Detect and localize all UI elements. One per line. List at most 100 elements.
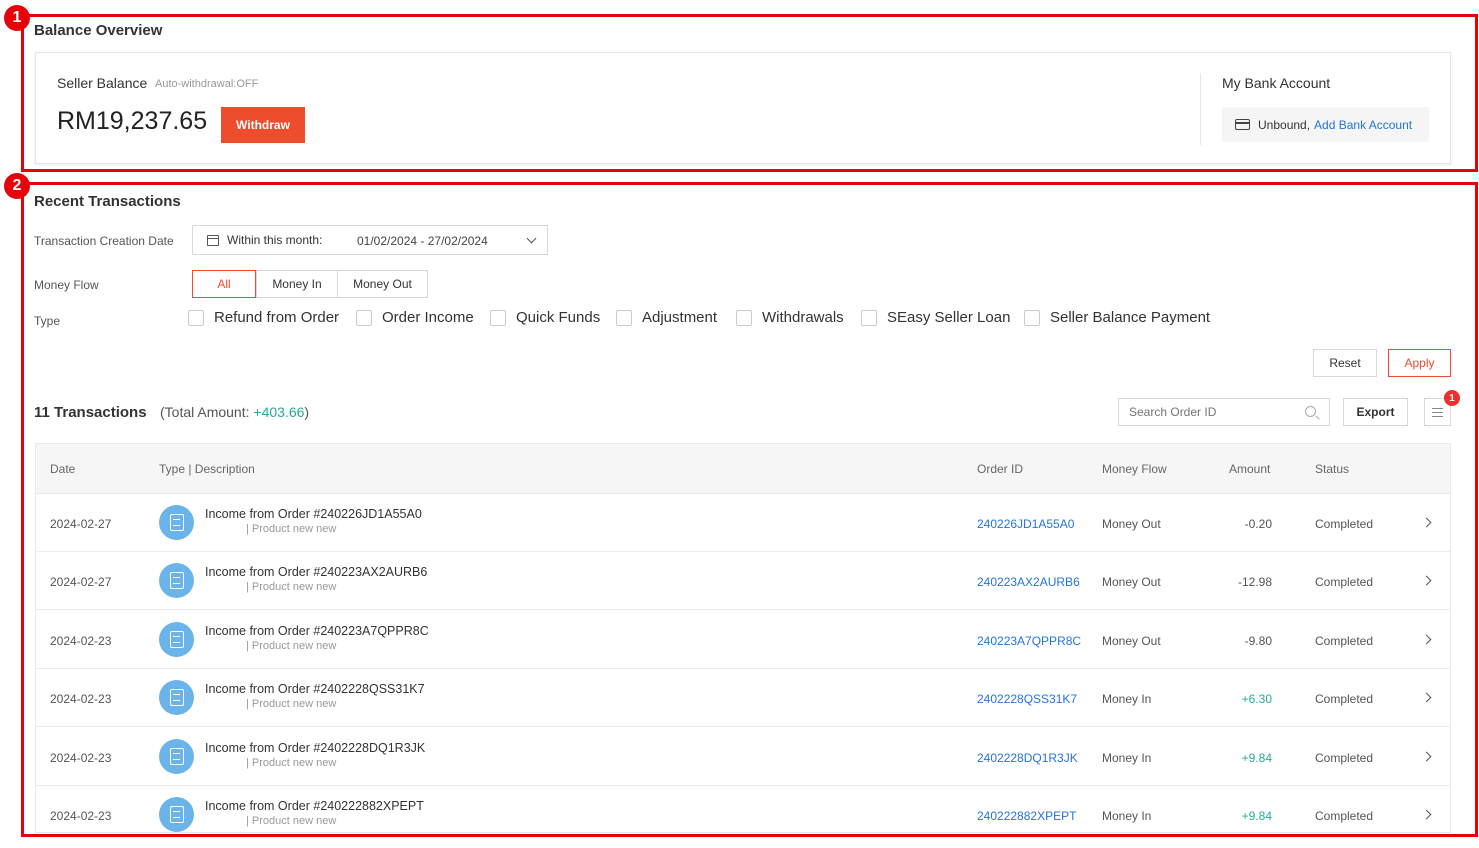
row-date: 2024-02-27 (50, 575, 112, 590)
type-option-label: Seller Balance Payment (1050, 309, 1211, 326)
order-receipt-icon (159, 505, 194, 540)
header-date: Date (50, 462, 76, 476)
bank-status: Unbound, (1258, 117, 1311, 132)
chevron-right-icon[interactable] (1421, 809, 1432, 820)
credit-card-icon (1235, 119, 1250, 130)
row-money-flow: Money In (1102, 809, 1152, 823)
header-money-flow: Money Flow (1102, 462, 1167, 476)
chevron-right-icon[interactable] (1421, 634, 1432, 645)
row-order-id-link[interactable]: 240222882XPEPT (977, 809, 1076, 823)
row-date: 2024-02-23 (50, 809, 112, 823)
checkbox[interactable] (1024, 309, 1040, 326)
row-description-title: Income from Order #240226JD1A55A0 (205, 507, 422, 521)
checkbox[interactable] (616, 309, 632, 326)
add-bank-account-link[interactable]: Add Bank Account (1314, 118, 1412, 132)
table-row[interactable]: 2024-02-27 Income from Order #240223AX2AU… (36, 552, 1450, 611)
total-value: +403.66 (253, 404, 305, 420)
withdraw-button[interactable]: Withdraw (221, 107, 305, 143)
type-seller-balance-payment[interactable]: Seller Balance Payment (1024, 309, 1210, 326)
recent-transactions-title: Recent Transactions (34, 193, 181, 210)
auto-withdrawal-status: Auto-withdrawal:OFF (155, 78, 259, 90)
table-row[interactable]: 2024-02-23 Income from Order #2402228DQ1R… (36, 728, 1450, 786)
list-icon (1432, 416, 1443, 418)
money-flow-all[interactable]: All (192, 270, 256, 298)
money-flow-in[interactable]: Money In (256, 270, 338, 298)
type-option-label: Withdrawals (762, 309, 844, 326)
search-order-input[interactable] (1118, 398, 1330, 426)
row-amount: -12.98 (1237, 575, 1272, 590)
type-seasy-seller-loan[interactable]: SEasy Seller Loan (861, 309, 1010, 326)
order-receipt-icon (159, 797, 194, 832)
row-order-id-link[interactable]: 240226JD1A55A0 (977, 517, 1074, 531)
header-order-id: Order ID (977, 462, 1024, 476)
type-option-label: Adjustment (642, 309, 718, 326)
order-receipt-icon (159, 680, 194, 716)
date-range-picker[interactable]: Within this month: 01/02/2024 - 27/02/20… (192, 225, 548, 255)
row-date: 2024-02-27 (50, 517, 112, 531)
row-status: Completed (1315, 517, 1374, 531)
list-icon (1432, 412, 1443, 414)
checkbox[interactable] (188, 309, 204, 326)
row-order-id-link[interactable]: 2402228QSS31K7 (977, 692, 1077, 706)
row-amount: -0.20 (1244, 517, 1272, 531)
row-order-id-link[interactable]: 240223AX2AURB6 (977, 575, 1080, 589)
calendar-icon (207, 234, 219, 246)
type-order-income[interactable]: Order Income (356, 309, 474, 326)
row-date: 2024-02-23 (50, 750, 112, 765)
type-quick-funds[interactable]: Quick Funds (490, 309, 600, 326)
row-money-flow: Money Out (1102, 517, 1161, 531)
row-amount: +9.84 (1241, 809, 1272, 823)
money-flow-label: Money Flow (34, 278, 99, 292)
row-money-flow: Money In (1102, 692, 1152, 707)
annotation-badge-1: 1 (4, 5, 30, 31)
table-row[interactable]: 2024-02-23 Income from Order #2402228QSS3… (36, 669, 1450, 728)
order-receipt-icon (159, 563, 194, 599)
checkbox[interactable] (356, 309, 372, 326)
table-row[interactable]: 2024-02-23 Income from Order #240222882XP… (36, 786, 1450, 832)
row-date: 2024-02-23 (50, 692, 112, 707)
row-description-sub: | Product new new (246, 639, 337, 652)
checkbox[interactable] (861, 309, 877, 326)
transactions-table: Date Type | Description Order ID Money F… (35, 443, 1451, 833)
transaction-date-label: Transaction Creation Date (34, 234, 174, 248)
row-status: Completed (1315, 575, 1374, 590)
chevron-right-icon[interactable] (1421, 692, 1432, 703)
type-withdrawals[interactable]: Withdrawals (736, 309, 844, 326)
chevron-right-icon[interactable] (1421, 751, 1432, 762)
type-label: Type (34, 314, 61, 328)
apply-button[interactable]: Apply (1388, 349, 1451, 377)
total-suffix: ) (304, 404, 310, 420)
type-option-label: SEasy Seller Loan (887, 309, 1011, 326)
notification-badge: 1 (1444, 390, 1460, 406)
type-option-label: Quick Funds (516, 309, 601, 326)
row-description-title: Income from Order #2402228DQ1R3JK (205, 740, 426, 755)
row-order-id-link[interactable]: 240223A7QPPR8C (977, 634, 1081, 648)
table-row[interactable]: 2024-02-27 Income from Order #240226JD1A5… (36, 494, 1450, 552)
row-description-title: Income from Order #240223AX2AURB6 (205, 565, 428, 580)
bank-account-box: Unbound, Add Bank Account (1222, 107, 1429, 142)
row-description-title: Income from Order #240223A7QPPR8C (205, 623, 429, 638)
chevron-right-icon[interactable] (1421, 517, 1432, 528)
chevron-right-icon[interactable] (1421, 575, 1432, 586)
checkbox[interactable] (490, 309, 506, 326)
reset-button[interactable]: Reset (1313, 349, 1377, 377)
row-money-flow: Money In (1102, 750, 1152, 765)
checkbox[interactable] (736, 309, 752, 326)
annotation-badge-2: 2 (4, 173, 30, 199)
type-adjustment[interactable]: Adjustment (616, 309, 717, 326)
row-amount: +6.30 (1241, 692, 1272, 707)
seller-balance-amount: RM19,237.65 (57, 107, 208, 135)
search-icon[interactable] (1305, 406, 1316, 417)
type-refund-from-order[interactable]: Refund from Order (188, 309, 339, 326)
seller-balance-label: Seller Balance (57, 75, 148, 91)
row-status: Completed (1315, 809, 1374, 823)
row-description-sub: | Product new new (246, 698, 337, 711)
my-bank-account-title: My Bank Account (1222, 75, 1331, 91)
row-description-sub: | Product new new (246, 815, 337, 827)
table-row[interactable]: 2024-02-23 Income from Order #240223A7QPP… (36, 611, 1450, 669)
chevron-down-icon (526, 233, 537, 244)
row-order-id-link[interactable]: 2402228DQ1R3JK (977, 751, 1078, 765)
row-money-flow: Money Out (1102, 575, 1161, 590)
money-flow-out[interactable]: Money Out (337, 270, 428, 298)
export-button[interactable]: Export (1343, 398, 1408, 426)
